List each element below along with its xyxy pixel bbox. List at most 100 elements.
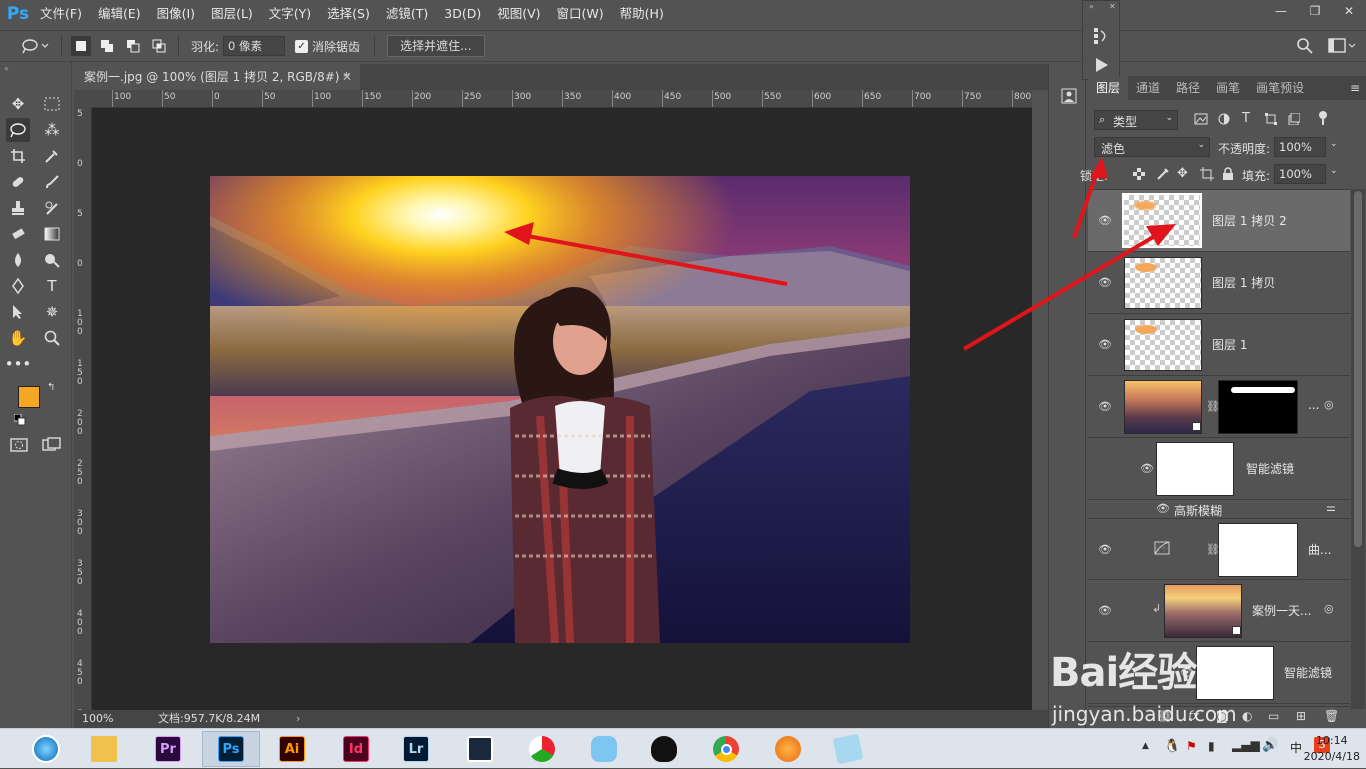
custom-shape-tool-icon[interactable]: ✵ (40, 300, 64, 324)
ime-indicator[interactable]: 中 (1290, 739, 1302, 756)
screen-mode-icon[interactable] (42, 437, 62, 456)
filter-name[interactable]: 高斯模糊 (1174, 502, 1222, 519)
layer-name[interactable]: ... (1308, 398, 1319, 412)
menu-select[interactable]: 选择(S) (319, 0, 378, 28)
add-selection-icon[interactable] (97, 36, 117, 56)
canvas-area[interactable] (92, 108, 1032, 710)
visibility-eye-icon[interactable]: 👁 (1098, 604, 1112, 617)
adjustment-layer-icon[interactable]: ◐ (1242, 709, 1252, 723)
mask-thumbnail[interactable] (1218, 380, 1298, 434)
select-and-mask-button[interactable]: 选择并遮住... (387, 35, 485, 57)
lightroom-app-icon[interactable]: Lr (398, 731, 434, 767)
properties-panel-icon[interactable] (1061, 88, 1077, 107)
eraser-tool-icon[interactable] (6, 222, 30, 246)
new-layer-icon[interactable]: ⊞ (1296, 709, 1306, 723)
blur-tool-icon[interactable] (6, 248, 30, 272)
add-mask-icon[interactable]: ◙ (1216, 709, 1228, 723)
lasso-tool-icon[interactable] (6, 118, 30, 142)
antialias-checkbox[interactable]: ✓ (295, 39, 309, 53)
move-tool-icon[interactable]: ✥ (6, 92, 30, 116)
layer-name[interactable]: 曲... (1308, 541, 1331, 558)
visibility-eye-icon[interactable]: 👁 (1180, 666, 1194, 679)
more-tools-icon[interactable]: ••• (5, 352, 32, 376)
photoshop-app-icon[interactable]: Ps (202, 731, 260, 767)
visibility-eye-icon[interactable]: 👁 (1098, 543, 1112, 556)
search-icon[interactable] (1296, 37, 1314, 58)
layer-name[interactable]: 图层 1 拷贝 (1212, 274, 1275, 291)
filter-mask-thumbnail[interactable] (1196, 646, 1274, 700)
smart-object-filter-icon[interactable] (1288, 112, 1301, 128)
new-selection-icon[interactable] (71, 36, 91, 56)
new-group-icon[interactable]: ▭ (1268, 709, 1279, 723)
smart-filter-row[interactable]: 👁 智能滤镜 (1088, 642, 1350, 704)
shape-filter-icon[interactable] (1265, 113, 1277, 128)
foreground-color-swatch[interactable] (18, 386, 40, 408)
system-clock[interactable]: 10:14 2020/4/18 (1304, 733, 1360, 765)
tab-paths[interactable]: 路径 (1168, 76, 1208, 100)
history-icon[interactable] (1093, 27, 1109, 48)
indesign-app-icon[interactable]: Id (338, 731, 374, 767)
filter-mask-thumbnail[interactable] (1156, 442, 1234, 496)
file-explorer-icon[interactable] (86, 731, 122, 767)
link-layers-icon[interactable]: ⛓ (1158, 709, 1173, 723)
brush-tool-icon[interactable] (40, 170, 64, 194)
zoom-tool-icon[interactable] (40, 326, 64, 350)
swap-colors-icon[interactable]: ↰ (47, 382, 55, 393)
delete-layer-icon[interactable]: 🗑 (1324, 709, 1339, 723)
tab-layers[interactable]: 图层 (1088, 76, 1129, 100)
play-action-icon[interactable] (1095, 57, 1109, 76)
menu-edit[interactable]: 编辑(E) (90, 0, 149, 28)
hand-tool-icon[interactable]: ✋ (6, 326, 30, 350)
menu-layer[interactable]: 图层(L) (203, 0, 261, 28)
filter-options-icon[interactable]: ⚌ (1326, 501, 1336, 514)
premiere-app-icon[interactable]: Pr (150, 731, 186, 767)
video-editor-app-icon[interactable] (462, 731, 498, 767)
battery-tray-icon[interactable]: ▮ (1208, 739, 1215, 753)
media-app-icon[interactable] (524, 731, 560, 767)
status-menu-arrow-icon[interactable]: › (296, 710, 300, 728)
layer-row[interactable]: 👁 ↲ 案例一天... ◎ (1088, 580, 1350, 642)
zoom-level[interactable]: 100% (82, 710, 113, 728)
workspace-icon[interactable] (1328, 37, 1356, 58)
history-brush-tool-icon[interactable] (40, 196, 64, 220)
quick-mask-icon[interactable] (10, 437, 28, 456)
smart-filter-label[interactable]: 智能滤镜 (1246, 460, 1294, 477)
marquee-tool-icon[interactable] (40, 92, 64, 116)
lasso-preset-icon[interactable] (18, 36, 52, 56)
network-tray-icon[interactable]: ▂▄▆ (1232, 738, 1260, 752)
qq-tray-icon[interactable]: 🐧 (1164, 739, 1180, 754)
layer-filter-select[interactable]: ⌕ 类型 ⌄ (1094, 110, 1178, 130)
mask-thumbnail[interactable] (1218, 523, 1298, 577)
notes-app-icon[interactable] (830, 731, 866, 767)
type-tool-icon[interactable]: T (40, 274, 64, 298)
visibility-eye-icon[interactable]: 👁 (1098, 400, 1112, 413)
path-selection-tool-icon[interactable] (6, 300, 30, 324)
visibility-eye-icon[interactable]: 👁 (1156, 502, 1170, 515)
ruler-vertical[interactable]: 5 0 5 0 1 0 0 1 5 0 2 0 0 2 5 0 3 0 0 3 5 0 4 0 0 4… (74, 108, 92, 710)
layer-name[interactable]: 图层 1 拷贝 2 (1212, 212, 1287, 229)
menu-help[interactable]: 帮助(H) (612, 0, 672, 28)
menu-image[interactable]: 图像(I) (149, 0, 203, 28)
layer-name[interactable]: 案例一天... (1252, 602, 1311, 619)
filter-row[interactable]: 👁 高斯模糊 ⚌ (1088, 500, 1350, 518)
menu-filter[interactable]: 滤镜(T) (378, 0, 436, 28)
dodge-tool-icon[interactable] (40, 248, 64, 272)
eyedropper-tool-icon[interactable] (40, 144, 64, 168)
document-tab[interactable]: 案例一.jpg @ 100% (图层 1 拷贝 2, RGB/8#) * ✕ (74, 64, 360, 90)
minimize-icon[interactable]: — (1264, 0, 1298, 22)
feather-input[interactable]: 0 像素 (223, 36, 286, 56)
magic-wand-tool-icon[interactable]: ⁂ (40, 118, 64, 142)
layer-row[interactable]: 👁 ⛓ 曲... (1088, 518, 1350, 580)
layer-row[interactable]: 👁 ⛓ ... ◎ (1088, 376, 1350, 438)
layer-name[interactable]: 图层 1 (1212, 336, 1247, 353)
gradient-tool-icon[interactable] (40, 222, 64, 246)
menu-file[interactable]: 文件(F) (32, 0, 90, 28)
illustrator-app-icon[interactable]: Ai (274, 731, 310, 767)
opacity-input[interactable]: 100% (1274, 137, 1326, 157)
clone-stamp-tool-icon[interactable] (6, 196, 30, 220)
healing-brush-tool-icon[interactable] (6, 170, 30, 194)
flag-tray-icon[interactable]: ⚑ (1186, 739, 1197, 753)
scrollbar-thumb[interactable] (1354, 191, 1362, 547)
menu-view[interactable]: 视图(V) (489, 0, 548, 28)
close-tab-icon[interactable]: ✕ (342, 64, 352, 90)
